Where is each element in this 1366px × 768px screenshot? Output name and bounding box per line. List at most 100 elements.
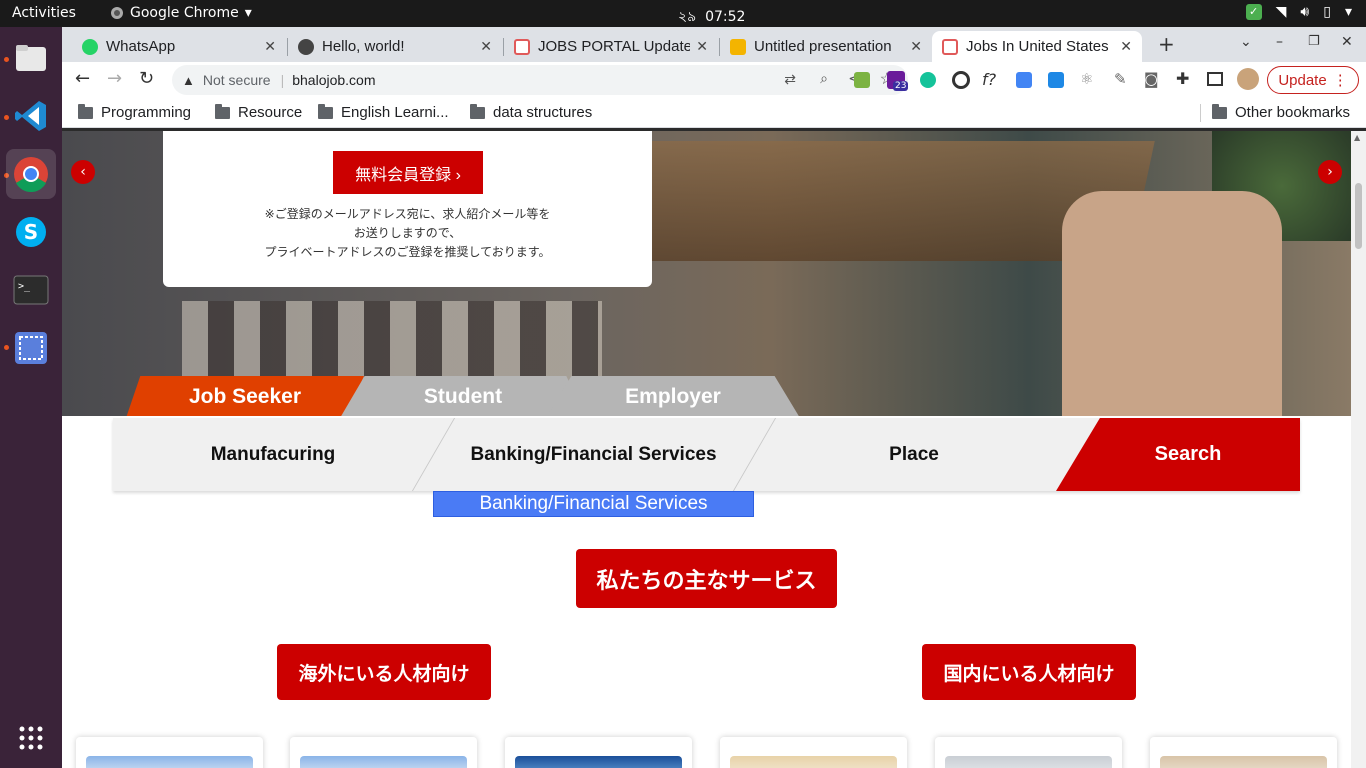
folder-icon bbox=[215, 103, 230, 119]
chrome-icon[interactable] bbox=[6, 149, 56, 199]
translate-extension-icon[interactable] bbox=[1016, 72, 1032, 88]
extension-ring-icon[interactable] bbox=[952, 71, 970, 89]
close-tab-icon[interactable]: ✕ bbox=[910, 38, 922, 55]
service-card[interactable] bbox=[935, 737, 1122, 768]
tab-label: Student bbox=[423, 385, 503, 408]
camera-icon[interactable]: ◙ bbox=[1144, 70, 1159, 88]
url-text: bhalojob.com bbox=[292, 72, 376, 88]
side-panel-icon[interactable] bbox=[1207, 72, 1223, 86]
domestic-label: 国内にいる人材向け bbox=[943, 662, 1115, 685]
category-value: Banking/Financial Services bbox=[470, 443, 717, 465]
formula-icon[interactable]: f? bbox=[982, 70, 996, 89]
carousel-prev-icon[interactable]: ‹ bbox=[71, 160, 95, 184]
scroll-up-icon[interactable]: ▲ bbox=[1354, 133, 1360, 142]
overseas-label: 海外にいる人材向け bbox=[298, 662, 470, 685]
registration-card: 無料会員登録 › ※ご登録のメールアドレス宛に、求人紹介メール等を お送りします… bbox=[163, 131, 652, 287]
vscode-icon[interactable] bbox=[6, 91, 56, 141]
service-card[interactable] bbox=[505, 737, 692, 768]
service-card[interactable] bbox=[720, 737, 907, 768]
react-devtools-icon[interactable]: ⚛ bbox=[1080, 70, 1093, 88]
zoom-icon[interactable]: ⌕ bbox=[820, 70, 828, 87]
tab-student[interactable]: Student bbox=[340, 376, 586, 416]
app-menu[interactable]: Google Chrome ▾ bbox=[110, 5, 252, 21]
clock[interactable]: ২৯ 07:52 bbox=[678, 5, 745, 29]
bookmark-folder-english[interactable]: English Learni... bbox=[318, 103, 449, 121]
terminal-icon[interactable]: >_ bbox=[6, 265, 56, 315]
whatsapp-favicon-icon bbox=[82, 38, 98, 55]
free-registration-button[interactable]: 無料会員登録 › bbox=[333, 151, 483, 194]
extension-badge: 23 bbox=[893, 81, 909, 91]
close-tab-icon[interactable]: ✕ bbox=[264, 38, 276, 55]
service-card[interactable] bbox=[76, 737, 263, 768]
folder-icon bbox=[78, 103, 93, 119]
tab-job-seeker[interactable]: Job Seeker bbox=[126, 376, 364, 416]
service-card-image bbox=[515, 756, 682, 768]
registration-note: ※ご登録のメールアドレス宛に、求人紹介メール等を お送りしますので、 プライベー… bbox=[163, 205, 652, 262]
eyedropper-icon[interactable]: ✎ bbox=[1114, 70, 1127, 88]
scroll-thumb[interactable] bbox=[1355, 183, 1362, 249]
show-apps-icon[interactable] bbox=[6, 713, 56, 763]
new-tab-icon[interactable]: + bbox=[1158, 32, 1175, 56]
services-heading: 私たちの主なサービス bbox=[576, 549, 837, 608]
address-bar[interactable]: ▲ Not secure | bhalojob.com ⇄ ⌕ ⋖ ☆ bbox=[172, 65, 908, 95]
overseas-talent-button[interactable]: 海外にいる人材向け bbox=[277, 644, 491, 700]
minimize-icon[interactable]: – bbox=[1276, 34, 1283, 50]
tab-title: JOBS PORTAL Update bbox=[538, 38, 691, 55]
registration-note-line: ※ご登録のメールアドレス宛に、求人紹介メール等を bbox=[264, 207, 551, 221]
category-dropdown-option[interactable]: Banking/Financial Services bbox=[433, 491, 754, 517]
maximize-icon[interactable]: ❐ bbox=[1308, 34, 1320, 49]
translate-icon[interactable]: ⇄ bbox=[784, 71, 796, 88]
service-card[interactable] bbox=[1150, 737, 1337, 768]
back-icon[interactable]: ← bbox=[75, 68, 90, 89]
extension-sheets-icon[interactable] bbox=[854, 72, 870, 88]
folder-icon bbox=[1212, 103, 1227, 119]
activities-button[interactable]: Activities bbox=[12, 5, 76, 21]
bookmark-folder-resource[interactable]: Resource bbox=[215, 103, 302, 121]
reload-icon[interactable]: ↻ bbox=[139, 68, 154, 89]
slides-favicon-icon bbox=[730, 38, 746, 55]
other-bookmarks[interactable]: Other bookmarks bbox=[1212, 103, 1350, 121]
close-tab-icon[interactable]: ✕ bbox=[1120, 38, 1132, 55]
industry-value: Manufacuring bbox=[210, 443, 336, 465]
files-icon[interactable] bbox=[6, 33, 56, 83]
service-card[interactable] bbox=[290, 737, 477, 768]
category-select[interactable]: Banking/Financial Services bbox=[433, 418, 754, 491]
place-select[interactable]: Place bbox=[754, 418, 1074, 491]
bookmark-folder-programming[interactable]: Programming bbox=[78, 103, 191, 121]
tab-whatsapp[interactable]: WhatsApp ✕ bbox=[72, 31, 286, 62]
search-button[interactable]: Search bbox=[1056, 418, 1300, 491]
place-value: Place bbox=[889, 443, 939, 465]
screenshot-icon[interactable] bbox=[6, 323, 56, 373]
industry-select[interactable]: Manufacuring bbox=[113, 418, 433, 491]
job-search-bar: Manufacuring Banking/Financial Services … bbox=[113, 418, 1300, 491]
close-window-icon[interactable]: ✕ bbox=[1341, 34, 1353, 50]
domestic-talent-button[interactable]: 国内にいる人材向け bbox=[922, 644, 1136, 700]
tab-hello-world[interactable]: Hello, world! ✕ bbox=[288, 31, 502, 62]
update-button[interactable]: Update ⋮ bbox=[1267, 66, 1359, 94]
grammarly-icon[interactable] bbox=[920, 72, 936, 88]
chevron-right-icon: › bbox=[455, 166, 461, 184]
extension-fi-icon[interactable] bbox=[1048, 72, 1064, 88]
carousel-next-icon[interactable]: › bbox=[1318, 160, 1342, 184]
extensions-puzzle-icon[interactable]: ✚ bbox=[1176, 69, 1189, 88]
bookmark-label: data structures bbox=[493, 104, 593, 121]
dock: S >_ bbox=[0, 27, 62, 768]
tab-title: Jobs In United States bbox=[966, 38, 1109, 55]
bookmark-folder-data-structures[interactable]: data structures bbox=[470, 103, 593, 121]
avatar[interactable] bbox=[1237, 68, 1259, 90]
tab-employer[interactable]: Employer bbox=[546, 376, 800, 416]
tab-search-icon[interactable]: ⌄ bbox=[1240, 34, 1252, 50]
tab-slides[interactable]: Untitled presentation ✕ bbox=[720, 31, 932, 62]
system-tray[interactable]: ✓ ◥ 🔊︎ ▯ ▾ bbox=[1245, 4, 1352, 20]
globe-favicon-icon bbox=[298, 38, 314, 55]
tab-jobs-active[interactable]: Jobs In United States ✕ bbox=[932, 31, 1142, 62]
app-name: Google Chrome bbox=[130, 5, 239, 21]
jobs-favicon-icon bbox=[942, 38, 958, 55]
close-tab-icon[interactable]: ✕ bbox=[480, 38, 492, 55]
close-tab-icon[interactable]: ✕ bbox=[696, 38, 708, 55]
forward-icon[interactable]: → bbox=[107, 68, 122, 89]
folder-icon bbox=[470, 103, 485, 119]
page-scrollbar[interactable]: ▲ bbox=[1351, 131, 1366, 768]
skype-icon[interactable]: S bbox=[6, 207, 56, 257]
tab-jobs-portal[interactable]: JOBS PORTAL Update ✕ bbox=[504, 31, 718, 62]
